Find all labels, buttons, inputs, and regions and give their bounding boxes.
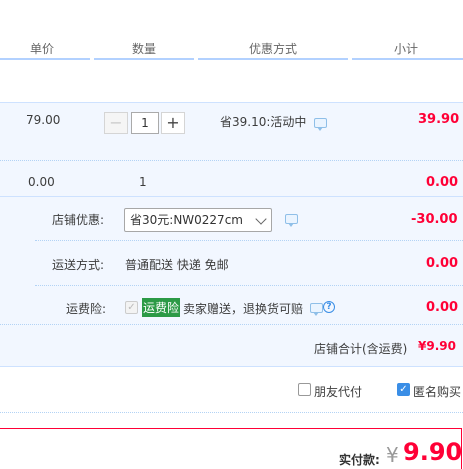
row-divider [35,240,463,241]
insurance-description: 卖家赠送，退换货可赔 [183,302,304,316]
anonymous-purchase-label[interactable]: 匿名购买 [413,383,461,400]
anonymous-purchase-checkbox[interactable]: ✓ [397,383,410,396]
message-bubble-icon[interactable] [285,214,298,227]
shop-discount-selected: 省30元:NW0227cm [130,213,243,227]
shop-discount-amount: -30.00 [411,212,458,227]
header-divider [198,58,348,60]
payment-amount: 9.90 [403,438,463,466]
checkbox-icon: ✓ [127,302,136,313]
checkbox-icon: ✓ [399,384,408,395]
column-header-subtotal: 小计 [394,42,419,56]
column-header-quantity: 数量 [132,42,157,56]
decrease-quantity-button[interactable]: − [104,112,128,134]
header-divider [94,58,194,60]
shop-discount-select[interactable]: 省30元:NW0227cm [124,208,272,232]
plus-icon: + [166,113,180,132]
shipping-label: 运送方式: [52,258,105,272]
payment-label: 实付款: [339,453,380,467]
second-row-unit-price: 0.00 [28,175,55,189]
insurance-amount: 0.00 [426,300,459,315]
insurance-label: 运费险: [66,302,107,316]
item-top-border [0,102,463,103]
insurance-checkbox: ✓ [125,301,138,314]
row-divider [0,160,463,161]
second-row-quantity: 1 [139,175,147,189]
message-bubble-icon[interactable] [310,303,323,316]
shipping-amount: 0.00 [426,256,459,271]
payment-currency: ¥ [386,443,399,467]
shop-section-bottom-border [0,366,463,367]
item-subtotal: 39.90 [418,112,460,127]
shop-section-top-border [0,196,463,197]
minus-icon: − [109,113,123,132]
header-divider [0,58,90,60]
shop-total-amount: ¥9.90 [418,339,456,353]
column-header-discount: 优惠方式 [249,42,298,56]
shop-total-label: 店铺合计(含运费) [314,342,408,356]
item-unit-price: 79.00 [26,113,61,127]
column-header-unit-price: 单价 [30,42,55,56]
help-icon[interactable]: ? [323,301,335,313]
chevron-down-icon [255,213,267,225]
options-divider [0,412,463,413]
message-bubble-icon[interactable] [314,118,327,131]
quantity-input[interactable]: 1 [131,112,159,134]
item-discount-text: 省39.10:活动中 [220,115,307,129]
row-divider [0,324,463,325]
header-divider [352,58,463,60]
row-divider [35,285,463,286]
friend-pay-checkbox[interactable] [298,383,311,396]
insurance-tag: 运费险 [142,298,181,317]
second-row-subtotal: 0.00 [426,175,459,190]
friend-pay-label[interactable]: 朋友代付 [314,383,362,400]
shop-discount-label: 店铺优惠: [52,213,105,227]
shipping-value: 普通配送 快递 免邮 [125,258,229,272]
increase-quantity-button[interactable]: + [161,112,185,134]
